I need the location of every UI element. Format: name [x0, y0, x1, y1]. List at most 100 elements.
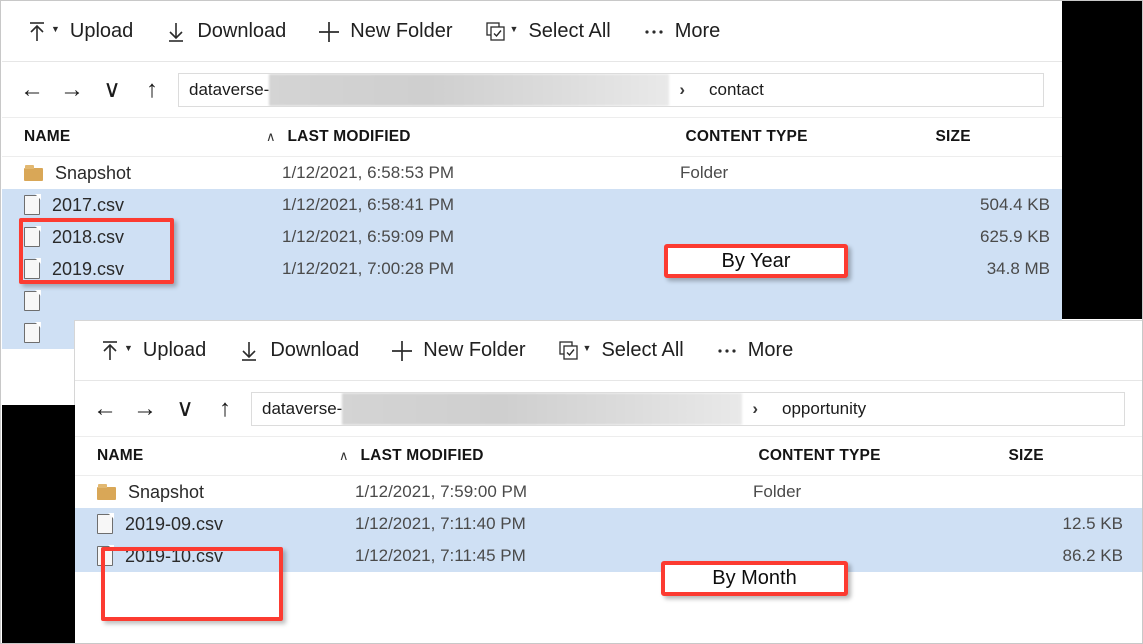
file-modified: 1/12/2021, 6:58:41 PM: [282, 195, 455, 214]
sort-ascending-icon[interactable]: ∧: [266, 129, 276, 145]
plus-icon: [389, 339, 415, 363]
chevron-right-icon: ›: [679, 79, 685, 99]
chevron-down-icon: ▼: [51, 23, 60, 34]
breadcrumb-current[interactable]: opportunity: [772, 399, 866, 419]
back-button[interactable]: ←: [12, 76, 52, 104]
breadcrumb-redacted-region: [342, 392, 743, 425]
sort-ascending-icon[interactable]: ∧: [339, 448, 349, 464]
screenshot-stage: ▼ Upload Download New Folder ▼ Select Al…: [0, 0, 1143, 644]
document-icon: [24, 322, 41, 343]
plus-icon: [316, 20, 342, 44]
more-button[interactable]: More: [641, 12, 721, 52]
command-bar: ▼ Upload Download New Folder ▼ Select Al…: [75, 321, 1142, 381]
redaction-mask-right: [1062, 1, 1142, 319]
navigation-bar: ← → ∨ ↑ dataverse- › opportunity: [75, 381, 1142, 436]
upload-button[interactable]: ▼ Upload: [24, 12, 133, 52]
column-header-size[interactable]: SIZE: [936, 128, 1056, 146]
table-row[interactable]: 2017.csv 1/12/2021, 6:58:41 PM 504.4 KB: [2, 189, 1062, 221]
callout-by-year: By Year: [664, 244, 848, 278]
select-all-button[interactable]: ▼ Select All: [556, 331, 684, 371]
table-row[interactable]: [2, 285, 1062, 317]
up-button[interactable]: ↑: [205, 395, 245, 423]
column-header-content-type[interactable]: CONTENT TYPE: [759, 447, 1009, 465]
file-modified: 1/12/2021, 6:58:53 PM: [282, 163, 455, 182]
forward-button[interactable]: →: [125, 395, 165, 423]
file-modified: 1/12/2021, 7:11:40 PM: [355, 514, 526, 533]
table-row[interactable]: 2019-09.csv 1/12/2021, 7:11:40 PM 12.5 K…: [75, 508, 1142, 540]
new-folder-button[interactable]: New Folder: [316, 12, 453, 52]
upload-label: Upload: [142, 339, 207, 361]
column-header-content-type[interactable]: CONTENT TYPE: [686, 128, 936, 146]
table-row[interactable]: 2018.csv 1/12/2021, 6:59:09 PM 625.9 KB: [2, 221, 1062, 253]
upload-icon: [24, 20, 50, 44]
new-folder-label: New Folder: [350, 20, 453, 42]
file-name: 2017.csv: [52, 194, 125, 215]
file-size: 86.2 KB: [1062, 546, 1124, 565]
more-button[interactable]: More: [714, 331, 793, 371]
breadcrumb[interactable]: dataverse- › contact: [178, 72, 1044, 107]
command-bar: ▼ Upload Download New Folder ▼ Select Al…: [2, 2, 1062, 62]
column-header-last-modified[interactable]: LAST MODIFIED: [361, 447, 759, 465]
file-content-type: Folder: [680, 163, 729, 182]
select-all-icon: [556, 340, 582, 361]
breadcrumb-prefix: dataverse-: [262, 398, 343, 418]
document-icon: [97, 513, 114, 534]
download-button[interactable]: Download: [236, 331, 359, 371]
file-name: Snapshot: [55, 162, 132, 183]
file-table-opportunity: NAME ∧ LAST MODIFIED CONTENT TYPE SIZE S…: [75, 436, 1142, 572]
callout-by-year-label: By Year: [721, 249, 791, 272]
breadcrumb-current[interactable]: contact: [699, 80, 764, 100]
file-name: 2019-09.csv: [125, 513, 224, 534]
upload-button[interactable]: ▼ Upload: [97, 331, 206, 371]
download-icon: [236, 339, 262, 363]
table-row[interactable]: 2019.csv 1/12/2021, 7:00:28 PM 34.8 MB: [2, 253, 1062, 285]
file-size: 504.4 KB: [980, 195, 1050, 214]
breadcrumb[interactable]: dataverse- › opportunity: [251, 391, 1125, 426]
table-row[interactable]: 2019-10.csv 1/12/2021, 7:11:45 PM 86.2 K…: [75, 540, 1142, 572]
back-button[interactable]: ←: [85, 395, 125, 423]
callout-by-month-label: By Month: [712, 567, 797, 589]
file-table-contact: NAME ∧ LAST MODIFIED CONTENT TYPE SIZE S…: [2, 117, 1062, 349]
table-row[interactable]: Snapshot 1/12/2021, 7:59:00 PM Folder: [75, 476, 1142, 508]
document-icon: [97, 545, 114, 566]
recent-locations-button[interactable]: ∨: [165, 394, 205, 423]
document-icon: [24, 226, 41, 247]
table-row[interactable]: Snapshot 1/12/2021, 6:58:53 PM Folder: [2, 157, 1062, 189]
recent-locations-button[interactable]: ∨: [92, 75, 132, 104]
folder-icon: [24, 165, 43, 181]
document-icon: [24, 258, 41, 279]
file-name: 2018.csv: [52, 226, 125, 247]
download-button[interactable]: Download: [163, 12, 286, 52]
folder-icon: [97, 484, 116, 500]
select-all-label: Select All: [601, 339, 684, 361]
document-icon: [24, 194, 41, 215]
column-header-name[interactable]: NAME: [97, 447, 355, 465]
file-modified: 1/12/2021, 6:59:09 PM: [282, 227, 455, 246]
file-size: 625.9 KB: [980, 227, 1050, 246]
file-modified: 1/12/2021, 7:00:28 PM: [282, 259, 455, 278]
file-size: 34.8 MB: [986, 259, 1050, 278]
column-header-size[interactable]: SIZE: [1009, 447, 1129, 465]
more-label: More: [674, 20, 721, 42]
navigation-bar: ← → ∨ ↑ dataverse- › contact: [2, 62, 1062, 117]
file-modified: 1/12/2021, 7:59:00 PM: [355, 482, 528, 501]
file-name: Snapshot: [128, 481, 205, 502]
chevron-right-icon: ›: [752, 398, 758, 418]
file-explorer-panel-opportunity: ▼ Upload Download New Folder ▼ Select Al…: [75, 321, 1142, 643]
column-header-name[interactable]: NAME: [24, 128, 282, 146]
file-size: 12.5 KB: [1062, 514, 1124, 533]
callout-by-month: By Month: [661, 561, 848, 596]
download-label: Download: [197, 20, 287, 42]
column-header-last-modified[interactable]: LAST MODIFIED: [288, 128, 686, 146]
select-all-button[interactable]: ▼ Select All: [483, 12, 611, 52]
upload-icon: [97, 339, 123, 363]
forward-button[interactable]: →: [52, 76, 92, 104]
new-folder-button[interactable]: New Folder: [389, 331, 526, 371]
table-header-row: NAME ∧ LAST MODIFIED CONTENT TYPE SIZE: [75, 436, 1142, 476]
select-all-label: Select All: [528, 20, 611, 42]
select-all-icon: [483, 21, 509, 42]
file-name: 2019-10.csv: [125, 545, 224, 566]
breadcrumb-redacted-region: [269, 73, 670, 106]
download-icon: [163, 20, 189, 44]
up-button[interactable]: ↑: [132, 76, 172, 104]
